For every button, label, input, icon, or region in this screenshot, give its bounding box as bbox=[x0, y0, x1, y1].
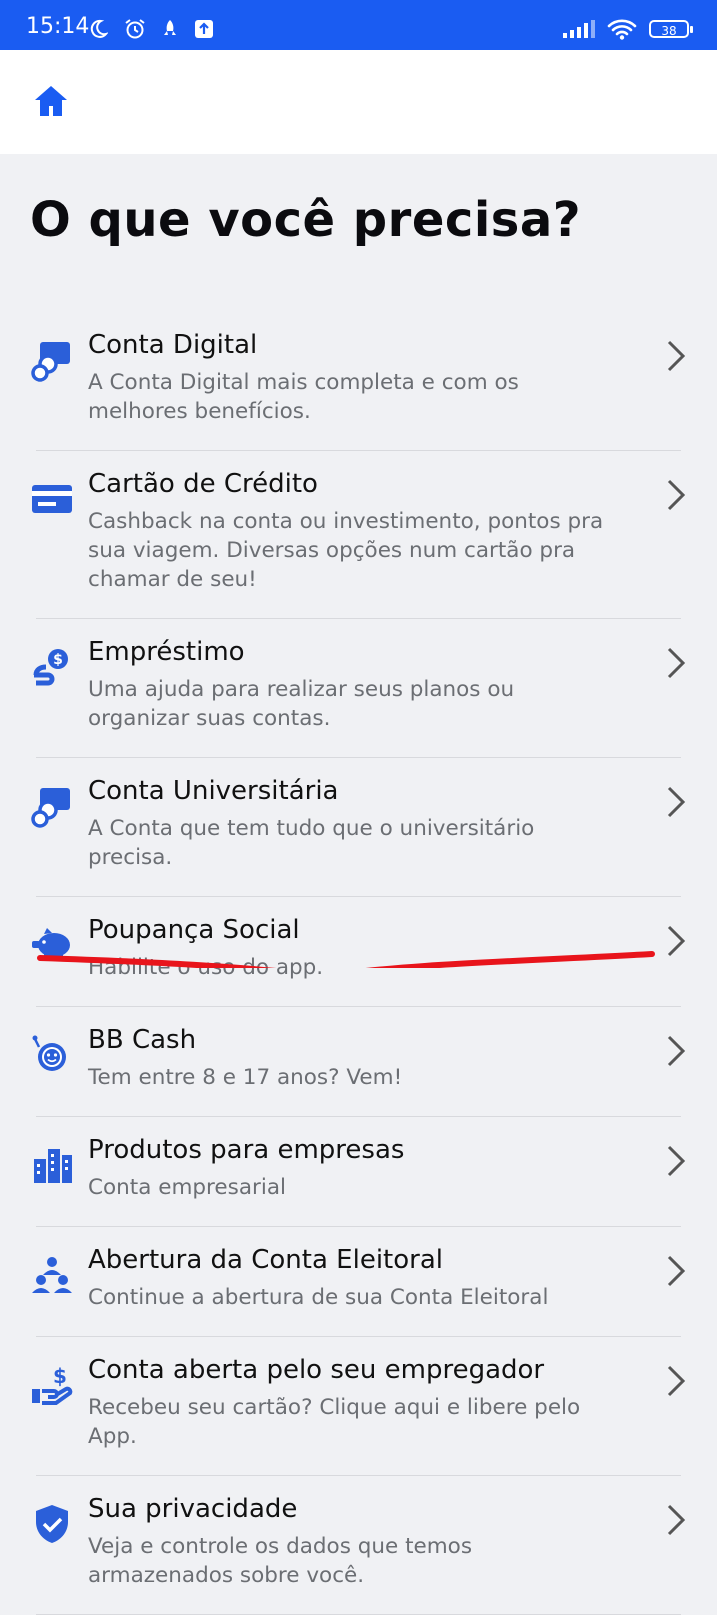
chevron-right-icon bbox=[667, 786, 686, 818]
chevron-right-icon bbox=[667, 925, 686, 957]
menu-item-poupanca-social[interactable]: Poupança Social Habilite o uso do app. bbox=[32, 897, 686, 1007]
menu-item-cartao-de-credito[interactable]: Cartão de Crédito Cashback na conta ou i… bbox=[32, 451, 686, 619]
chevron-right-icon bbox=[667, 1145, 686, 1177]
status-bar: 15:14 38 bbox=[0, 0, 717, 50]
product-menu: Conta Digital A Conta Digital mais compl… bbox=[0, 312, 717, 1615]
hand-money-icon: $ bbox=[32, 1364, 73, 1405]
battery-icon: 38 bbox=[649, 20, 693, 38]
menu-item-title: Empréstimo bbox=[88, 637, 245, 667]
home-button[interactable] bbox=[33, 84, 69, 118]
menu-item-title: Sua privacidade bbox=[88, 1494, 298, 1524]
menu-item-subtitle: A Conta que tem tudo que o universitário… bbox=[88, 816, 535, 870]
svg-text:$: $ bbox=[53, 1364, 67, 1388]
kid-face-icon bbox=[32, 1035, 66, 1071]
account-icon bbox=[31, 342, 70, 382]
menu-item-subtitle: A Conta Digital mais completa e com os m… bbox=[88, 370, 519, 424]
menu-item-subtitle: Veja e controle os dados que temos armaz… bbox=[88, 1534, 473, 1588]
credit-card-icon bbox=[32, 485, 72, 513]
menu-item-conta-digital[interactable]: Conta Digital A Conta Digital mais compl… bbox=[31, 312, 686, 451]
buildings-icon bbox=[34, 1149, 72, 1183]
menu-item-subtitle: Uma ajuda para realizar seus planos ou o… bbox=[88, 677, 515, 731]
menu-item-title: Produtos para empresas bbox=[88, 1135, 405, 1165]
menu-item-subtitle: Conta empresarial bbox=[88, 1175, 286, 1200]
menu-item-title: Poupança Social bbox=[88, 915, 300, 945]
page-title: O que você precisa? bbox=[30, 192, 582, 248]
menu-item-conta-universitaria[interactable]: Conta Universitária A Conta que tem tudo… bbox=[31, 758, 686, 897]
rocket-icon bbox=[164, 20, 176, 35]
upload-icon bbox=[195, 20, 213, 38]
menu-item-title: Abertura da Conta Eleitoral bbox=[88, 1245, 443, 1275]
moon-icon bbox=[90, 19, 108, 38]
signal-icon bbox=[563, 20, 595, 38]
menu-item-title: BB Cash bbox=[88, 1025, 197, 1055]
menu-item-emprestimo[interactable]: $ Empréstimo Uma ajuda para realizar seu… bbox=[33, 619, 686, 758]
menu-item-title: Conta Digital bbox=[88, 330, 258, 360]
menu-item-title: Conta aberta pelo seu empregador bbox=[88, 1355, 545, 1385]
home-icon bbox=[35, 86, 67, 116]
status-icons-left bbox=[88, 18, 214, 40]
chevron-right-icon bbox=[667, 1255, 686, 1287]
status-time: 15:14 bbox=[26, 14, 90, 39]
people-icon bbox=[32, 1257, 72, 1293]
shield-check-icon bbox=[36, 1505, 68, 1543]
menu-item-subtitle: Continue a abertura de sua Conta Eleitor… bbox=[88, 1285, 549, 1310]
svg-text:$: $ bbox=[53, 652, 63, 668]
menu-item-subtitle: Tem entre 8 e 17 anos? Vem! bbox=[88, 1065, 403, 1090]
menu-item-title: Cartão de Crédito bbox=[88, 469, 318, 499]
status-icons-right: 38 bbox=[563, 18, 693, 40]
menu-item-subtitle: Habilite o uso do app. bbox=[88, 955, 324, 980]
chevron-right-icon bbox=[667, 647, 686, 679]
chevron-right-icon bbox=[667, 1035, 686, 1067]
menu-item-subtitle: Recebeu seu cartão? Clique aqui e libere… bbox=[88, 1395, 581, 1449]
chevron-right-icon bbox=[667, 479, 686, 511]
menu-item-conta-eleitoral[interactable]: Abertura da Conta Eleitoral Continue a a… bbox=[32, 1227, 686, 1337]
account-icon bbox=[31, 788, 70, 828]
wifi-icon bbox=[607, 19, 637, 40]
menu-item-sua-privacidade[interactable]: Sua privacidade Veja e controle os dados… bbox=[36, 1476, 686, 1615]
menu-item-conta-empregador[interactable]: $ Conta aberta pelo seu empregador Receb… bbox=[32, 1337, 686, 1476]
menu-item-bb-cash[interactable]: BB Cash Tem entre 8 e 17 anos? Vem! bbox=[32, 1007, 686, 1117]
loan-icon: $ bbox=[33, 649, 68, 686]
chevron-right-icon bbox=[667, 340, 686, 372]
menu-item-produtos-para-empresas[interactable]: Produtos para empresas Conta empresarial bbox=[34, 1117, 686, 1227]
menu-item-subtitle: Cashback na conta ou investimento, ponto… bbox=[88, 509, 604, 592]
chevron-right-icon bbox=[667, 1504, 686, 1536]
chevron-right-icon bbox=[667, 1365, 686, 1397]
alarm-icon bbox=[125, 19, 145, 39]
piggy-bank-icon bbox=[32, 928, 70, 961]
app-header bbox=[0, 50, 717, 154]
menu-item-title: Conta Universitária bbox=[88, 776, 339, 806]
